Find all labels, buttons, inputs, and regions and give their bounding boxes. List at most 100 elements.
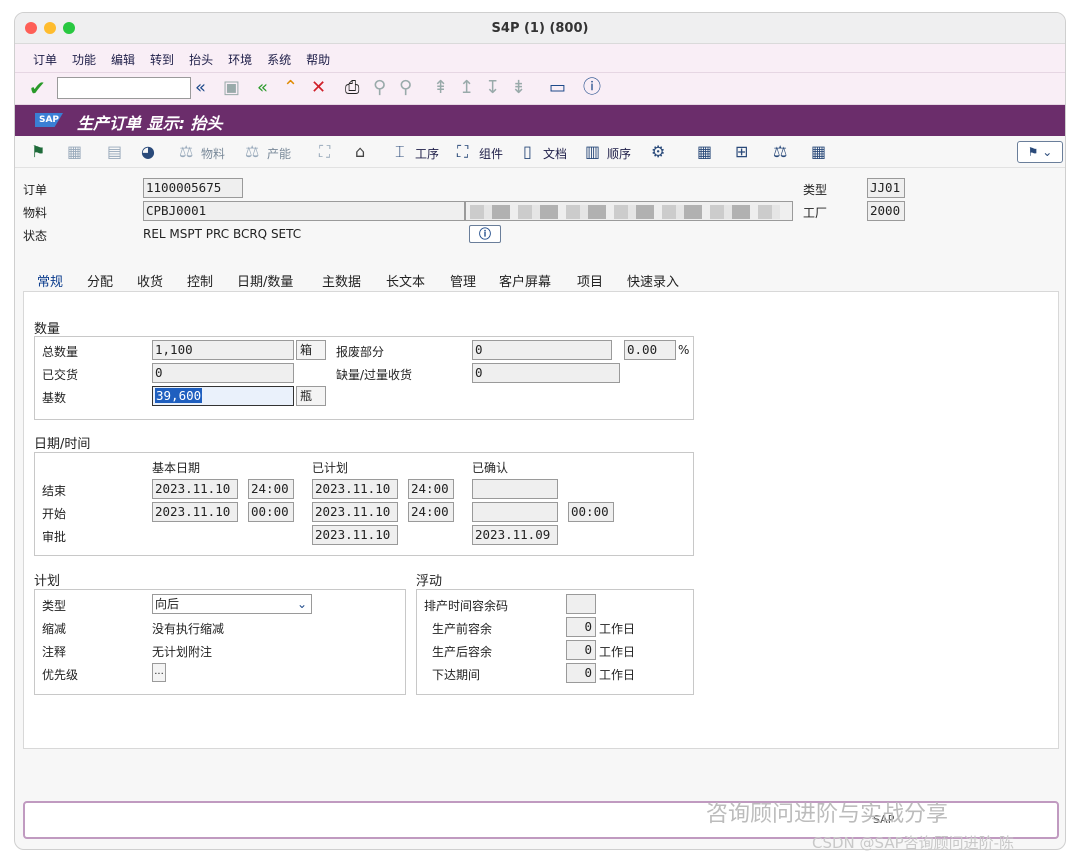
- type-field[interactable]: JJ01: [867, 178, 905, 198]
- end-confirmed-field[interactable]: [472, 479, 558, 499]
- cancel-icon[interactable]: ✕: [311, 78, 326, 98]
- watermark-line2: CSDN @SAP咨询顾问进阶-陈: [812, 834, 1015, 852]
- end-planned-time-field[interactable]: 24:00: [408, 479, 454, 499]
- menu-system[interactable]: 系统: [267, 51, 291, 68]
- plant-field[interactable]: 2000: [867, 201, 905, 221]
- sched-margin-field[interactable]: [566, 594, 596, 614]
- command-field[interactable]: [57, 77, 191, 99]
- enter-check-icon[interactable]: ✔: [29, 78, 46, 98]
- documents-icon[interactable]: ▯: [523, 142, 532, 161]
- tree-icon[interactable]: ⊞: [735, 142, 748, 161]
- note-label: 注释: [42, 645, 67, 659]
- menu-header[interactable]: 抬头: [189, 51, 213, 68]
- previous-page-icon[interactable]: ↥: [459, 78, 474, 98]
- hat-icon[interactable]: ⌂: [355, 142, 365, 161]
- start-basic-date-field[interactable]: 2023.11.10: [152, 502, 238, 522]
- status-info-button[interactable]: ⓘ: [469, 225, 501, 243]
- capacity-button-label[interactable]: 产能: [267, 145, 291, 162]
- release-confirmed-date-field[interactable]: 2023.11.09: [472, 525, 558, 545]
- base-quantity-field[interactable]: 39,600: [152, 386, 294, 406]
- operations-button-label[interactable]: 工序: [415, 145, 439, 162]
- components-button-label[interactable]: 组件: [479, 145, 503, 162]
- tab-customer-screen[interactable]: 客户屏幕: [499, 271, 551, 290]
- tab-assignment[interactable]: 分配: [87, 271, 113, 290]
- order-field[interactable]: 1100005675: [143, 178, 243, 198]
- tab-project[interactable]: 项目: [577, 271, 603, 290]
- tab-administration[interactable]: 管理: [450, 271, 476, 290]
- tab-quick-entry[interactable]: 快速录入: [627, 271, 679, 290]
- back-icon[interactable]: «: [257, 78, 268, 98]
- balance-icon[interactable]: ⚖: [773, 142, 787, 161]
- save-icon[interactable]: ▣: [223, 78, 240, 98]
- scheduling-type-select[interactable]: 向后 ⌄: [152, 594, 312, 614]
- find-icon[interactable]: ⚲: [373, 78, 386, 98]
- start-confirmed-time-field[interactable]: 00:00: [568, 502, 614, 522]
- grid-icon[interactable]: ▦: [811, 142, 826, 161]
- end-planned-date-field[interactable]: 2023.11.10: [312, 479, 398, 499]
- gear-icon[interactable]: ⚙: [651, 142, 665, 161]
- menu-bar: 订单 功能 编辑 转到 抬头 环境 系统 帮助: [15, 44, 1065, 73]
- menu-function[interactable]: 功能: [72, 51, 96, 68]
- material-icon[interactable]: ⚖: [179, 142, 193, 161]
- hierarchy-icon[interactable]: ⛶: [319, 142, 330, 162]
- base-quantity-unit[interactable]: 瓶: [296, 386, 326, 406]
- tab-goods-receipt[interactable]: 收货: [137, 271, 163, 290]
- start-confirmed-field[interactable]: [472, 502, 558, 522]
- last-page-icon[interactable]: ⇟: [511, 78, 526, 98]
- next-page-icon[interactable]: ↧: [485, 78, 500, 98]
- release-period-field[interactable]: 0: [566, 663, 596, 683]
- start-planned-date-field[interactable]: 2023.11.10: [312, 502, 398, 522]
- end-basic-time-field[interactable]: 24:00: [248, 479, 294, 499]
- total-quantity-unit[interactable]: 箱: [296, 340, 326, 360]
- total-quantity-field[interactable]: 1,100: [152, 340, 294, 360]
- sequences-button-label[interactable]: 顺序: [607, 145, 631, 162]
- collapse-command-icon[interactable]: «: [195, 78, 206, 98]
- scrap-percent-field[interactable]: 0.00: [624, 340, 676, 360]
- menu-help[interactable]: 帮助: [306, 51, 330, 68]
- menu-order[interactable]: 订单: [33, 51, 57, 68]
- components-icon[interactable]: ⛶: [457, 142, 468, 162]
- pie-chart-icon[interactable]: ◕: [141, 142, 155, 161]
- delivered-field[interactable]: 0: [152, 363, 294, 383]
- more-actions-dropdown[interactable]: ⚑ ⌄: [1017, 141, 1063, 163]
- print-icon[interactable]: ⎙: [345, 78, 359, 98]
- float-after-field[interactable]: 0: [566, 640, 596, 660]
- start-basic-time-field[interactable]: 00:00: [248, 502, 294, 522]
- release-planned-date-field[interactable]: 2023.11.10: [312, 525, 398, 545]
- shortage-field[interactable]: 0: [472, 363, 620, 383]
- exit-icon[interactable]: ⌃: [283, 78, 298, 98]
- basic-dates-column-label: 基本日期: [152, 461, 201, 475]
- table-icon[interactable]: ▦: [697, 142, 712, 161]
- float-before-label: 生产前容余: [432, 622, 493, 636]
- material-field[interactable]: CPBJ0001: [143, 201, 465, 221]
- menu-environment[interactable]: 环境: [228, 51, 252, 68]
- start-planned-time-field[interactable]: 24:00: [408, 502, 454, 522]
- help-icon[interactable]: ⓘ: [583, 78, 601, 98]
- start-date-label: 开始: [42, 507, 67, 521]
- first-page-icon[interactable]: ⇞: [433, 78, 448, 98]
- scrap-field[interactable]: 0: [472, 340, 612, 360]
- priority-value-help-button[interactable]: ...: [152, 663, 166, 682]
- menu-goto[interactable]: 转到: [150, 51, 174, 68]
- float-before-field[interactable]: 0: [566, 617, 596, 637]
- calculator-icon[interactable]: ▤: [107, 142, 122, 161]
- material-button-label[interactable]: 物料: [201, 145, 225, 162]
- title-bar: SAP 生产订单 显示: 抬头: [15, 105, 1065, 136]
- end-basic-date-field[interactable]: 2023.11.10: [152, 479, 238, 499]
- tab-long-text[interactable]: 长文本: [386, 271, 425, 290]
- flag-icon[interactable]: ⚑: [31, 142, 45, 161]
- planning-group-title: 计划: [34, 574, 61, 589]
- scrap-label: 报废部分: [336, 345, 385, 359]
- new-session-icon[interactable]: ▭: [549, 78, 566, 98]
- find-next-icon[interactable]: ⚲: [399, 78, 412, 98]
- status-value: REL MSPT PRC BCRQ SETC: [143, 227, 302, 241]
- sequences-icon[interactable]: ▥: [585, 142, 600, 161]
- documents-button-label[interactable]: 文档: [543, 145, 567, 162]
- tab-control[interactable]: 控制: [187, 271, 213, 290]
- capacity-icon[interactable]: ⚖: [245, 142, 259, 161]
- tab-dates-quantities[interactable]: 日期/数量: [237, 271, 293, 290]
- operations-icon[interactable]: ⌶: [395, 142, 405, 162]
- calendar-icon[interactable]: ▦: [67, 142, 82, 161]
- menu-edit[interactable]: 编辑: [111, 51, 135, 68]
- tab-master-data[interactable]: 主数据: [322, 271, 361, 290]
